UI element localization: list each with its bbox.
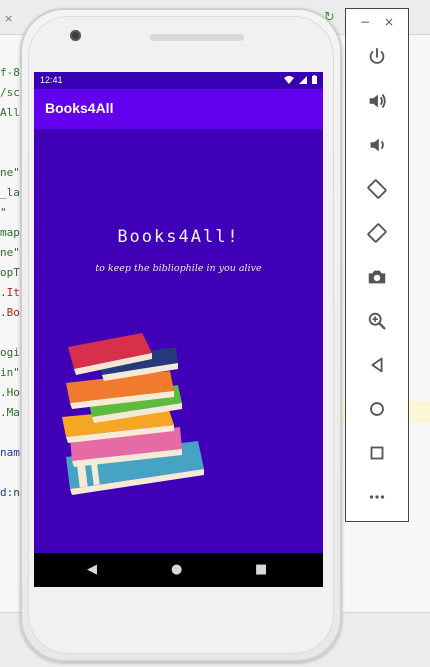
screenshot-button[interactable] — [363, 263, 391, 291]
close-button[interactable]: × — [384, 15, 394, 29]
front-camera — [70, 30, 81, 41]
nav-recents-button[interactable]: ■ — [255, 562, 267, 578]
rotate-left-icon — [367, 179, 387, 199]
volume-up-icon — [369, 94, 386, 108]
home-button[interactable] — [363, 395, 391, 423]
signal-icon — [299, 75, 308, 84]
app-name-heading: Books4All! — [117, 227, 240, 247]
code-line: f-8 — [0, 66, 20, 79]
code-line: .Ma — [0, 406, 20, 419]
code-line: .Bo — [0, 306, 20, 319]
earpiece-speaker — [150, 34, 244, 41]
nav-home-button[interactable]: ● — [171, 562, 182, 578]
power-button[interactable] — [363, 43, 391, 71]
code-line: .Ho — [0, 386, 20, 399]
back-icon — [371, 357, 383, 373]
rotate-right-icon — [367, 223, 387, 243]
power-icon — [369, 47, 385, 64]
system-nav-bar: ◀ ● ■ — [34, 553, 323, 587]
zoom-button[interactable] — [363, 307, 391, 335]
more-button[interactable] — [363, 483, 391, 511]
rotate-left-button[interactable] — [363, 175, 391, 203]
app-bar: Books4All — [34, 89, 323, 129]
code-line: _la — [0, 186, 20, 199]
code-line: .It — [0, 286, 20, 299]
code-line: in" — [0, 366, 20, 379]
app-bar-title: Books4All — [45, 100, 114, 116]
overview-icon — [370, 446, 384, 460]
emulator-control-panel: − × — [345, 8, 409, 522]
status-time: 12:41 — [40, 75, 63, 85]
status-bar: 12:41 — [34, 72, 323, 89]
ide-tab-close-icon[interactable]: × — [4, 12, 13, 25]
book-stack-illustration — [62, 333, 204, 495]
camera-icon — [368, 270, 386, 284]
home-icon — [370, 402, 384, 416]
code-line: ne" — [0, 246, 20, 259]
code-line: d:n — [0, 486, 20, 499]
status-icons — [284, 75, 317, 85]
app-tagline: to keep the bibliophile in you alive — [95, 263, 262, 274]
rotate-right-button[interactable] — [363, 219, 391, 247]
minimize-button[interactable]: − — [360, 15, 370, 29]
back-button[interactable] — [363, 351, 391, 379]
code-line: nam — [0, 446, 20, 459]
wifi-icon — [284, 75, 295, 84]
volume-down-icon — [370, 138, 384, 152]
volume-down-button[interactable] — [363, 131, 391, 159]
zoom-icon — [368, 312, 386, 330]
volume-up-button[interactable] — [363, 87, 391, 115]
nav-back-button[interactable]: ◀ — [87, 562, 97, 578]
overview-button[interactable] — [363, 439, 391, 467]
code-line: ne" — [0, 166, 20, 179]
splash-content: Books4All! to keep the bibliophile in yo… — [34, 129, 323, 553]
code-line: " — [0, 206, 7, 219]
battery-icon — [312, 75, 317, 84]
more-icon — [369, 495, 385, 499]
phone-screen: 12:41 Books4All Books4All! to keep the b… — [34, 72, 323, 587]
